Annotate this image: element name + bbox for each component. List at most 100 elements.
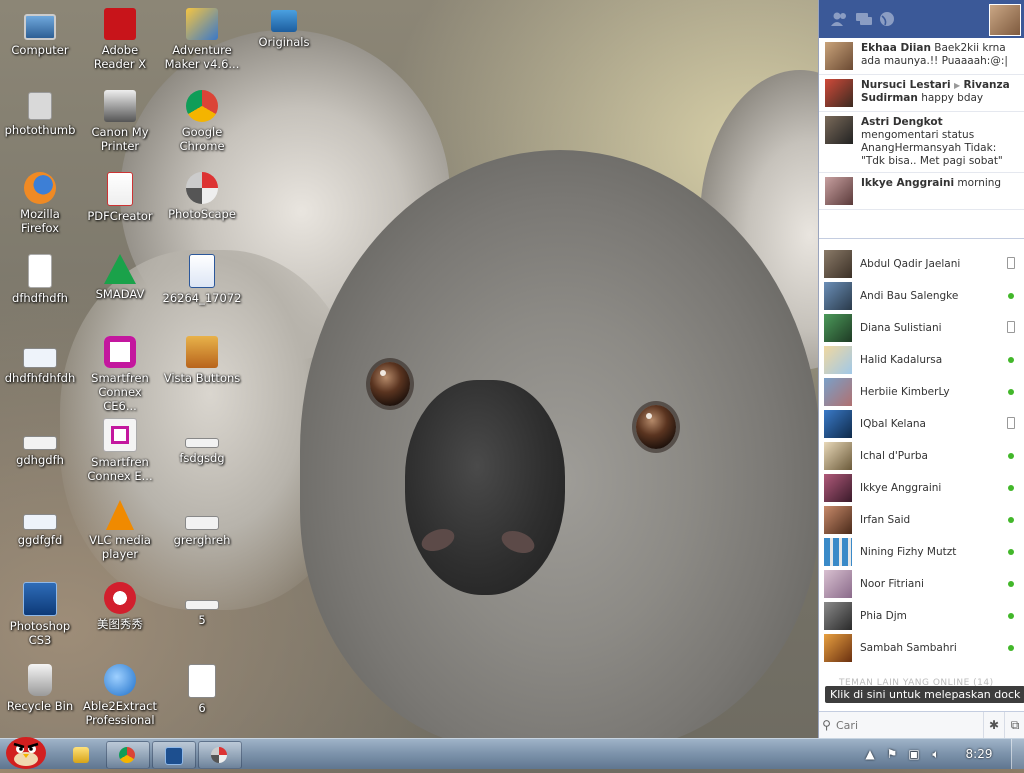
canon-printer-desktop-icon[interactable]: Canon My Printer (80, 90, 160, 153)
smartfren-e-desktop-icon[interactable]: Smartfren Connex E... (80, 418, 160, 483)
friend-row[interactable]: Nining Fizhy Mutzt (819, 536, 1024, 568)
ggdfgfd-desktop-icon[interactable]: ggdfgfd (0, 504, 80, 547)
vista-buttons-desktop-icon[interactable]: Vista Buttons (162, 336, 242, 385)
desktop-icon-label: Adobe Reader X (93, 43, 147, 71)
desktop-icon-label: Recycle Bin (6, 699, 74, 713)
taskbar-photoshop-button[interactable] (152, 741, 196, 769)
my-profile-avatar[interactable] (989, 4, 1021, 36)
show-hidden-icons-chevron-icon[interactable]: ▲ (859, 747, 881, 761)
google-chrome-desktop-icon[interactable]: Google Chrome (162, 90, 242, 153)
photoshop-icon (165, 747, 183, 765)
online-status-icon (1003, 514, 1019, 526)
ticker-author[interactable]: Nursuci Lestari (861, 79, 951, 91)
friend-requests-icon[interactable] (831, 11, 849, 27)
friend-row[interactable]: Andi Bau Salengke (819, 280, 1024, 312)
file-5-desktop-icon[interactable]: 5 (162, 586, 242, 627)
friend-row[interactable]: Ikkye Anggraini (819, 472, 1024, 504)
friend-name: Sambah Sambahri (860, 642, 957, 654)
ticker-author[interactable]: Astri Dengkot (861, 116, 943, 128)
adventure-maker-desktop-icon[interactable]: Adventure Maker v4.6... (162, 8, 242, 71)
grerghreh-desktop-icon[interactable]: grerghreh (162, 504, 242, 547)
able2extract-desktop-icon[interactable]: Able2Extract Professional (80, 664, 160, 727)
friend-row[interactable]: Phia Djm (819, 600, 1024, 632)
photothumb-desktop-icon[interactable]: photothumb (0, 92, 80, 137)
desktop-icon-label: ggdfgfd (17, 533, 63, 547)
mobile-status-icon (1003, 256, 1019, 272)
show-desktop-button[interactable] (1011, 739, 1024, 769)
chat-search-input[interactable] (834, 715, 983, 735)
firefox-icon (24, 172, 56, 204)
friend-row[interactable]: Diana Sulistiani (819, 312, 1024, 344)
desktop-icon-label: dhdfhfdhfdh (4, 371, 76, 385)
taskbar-explorer-button[interactable] (60, 741, 104, 769)
meitu-desktop-icon[interactable]: 美图秀秀 (80, 582, 160, 631)
messages-icon[interactable] (855, 11, 873, 27)
online-status-icon (1003, 290, 1019, 302)
friend-row[interactable]: Sambah Sambahri (819, 632, 1024, 664)
friend-row[interactable]: Ichal d'Purba (819, 440, 1024, 472)
notifications-globe-icon[interactable] (879, 11, 897, 27)
screenshot-file-icon (23, 348, 57, 368)
file-6-desktop-icon[interactable]: 6 (162, 664, 242, 715)
recycle-bin-desktop-icon[interactable]: Recycle Bin (0, 664, 80, 713)
taskbar-photoscape-button[interactable] (198, 741, 242, 769)
smadav-icon (104, 254, 136, 284)
meitu-icon (104, 582, 136, 614)
online-status-icon (1003, 354, 1019, 366)
desktop-icon-label: grerghreh (173, 533, 231, 547)
ticker-item[interactable]: Astri Dengkot mengomentari status AnangH… (819, 112, 1024, 173)
friend-row[interactable]: Abdul Qadir Jaelani (819, 248, 1024, 280)
angry-bird-start-icon (6, 737, 46, 769)
pdf-icon (107, 172, 133, 206)
friend-name: Abdul Qadir Jaelani (860, 258, 961, 270)
screenshot-file-icon (23, 436, 57, 450)
ticker-author[interactable]: Ikkye Anggraini (861, 177, 954, 189)
adobe-reader-icon (104, 8, 136, 40)
photoshop-desktop-icon[interactable]: Photoshop CS3 (0, 582, 80, 647)
clock[interactable]: 8:29 (947, 747, 1011, 761)
adobe-reader-desktop-icon[interactable]: Adobe Reader X (80, 8, 160, 71)
friend-row[interactable]: Halid Kadalursa (819, 344, 1024, 376)
volume-icon[interactable]: 🔈︎ (925, 747, 947, 762)
desktop-icon-label: Smartfren Connex CE6... (91, 371, 149, 413)
taskbar-chrome-button[interactable] (106, 741, 150, 769)
ticker-author[interactable]: Ekhaa Diian (861, 42, 931, 54)
vlc-desktop-icon[interactable]: VLC media player (80, 500, 160, 561)
word-icon (189, 254, 215, 288)
desktop-icon-label: PDFCreator (87, 209, 153, 223)
ticker-item[interactable]: Ikkye Anggraini morning (819, 173, 1024, 210)
desktop-icon-label: Originals (258, 35, 310, 49)
dfhdfhdfh-desktop-icon[interactable]: dfhdfhdfh (0, 254, 80, 305)
chat-search-bar: ⚲ ✱ ⧉ (819, 711, 1024, 738)
gdhgdfh-desktop-icon[interactable]: gdhgdfh (0, 424, 80, 467)
word-document-desktop-icon[interactable]: 26264_17072 (162, 254, 242, 305)
firefox-desktop-icon[interactable]: Mozilla Firefox (0, 172, 80, 235)
fsdgsdg-desktop-icon[interactable]: fsdgsdg (162, 424, 242, 465)
photoscape-desktop-icon[interactable]: PhotoScape (162, 172, 242, 221)
smadav-desktop-icon[interactable]: SMADAV (80, 254, 160, 301)
pdfcreator-desktop-icon[interactable]: PDFCreator (80, 172, 160, 223)
action-center-flag-icon[interactable]: ⚑ (881, 747, 903, 761)
photoscape-icon (186, 172, 218, 204)
ticker-text: morning (957, 177, 1002, 189)
chat-settings-gear-icon[interactable]: ✱ (983, 712, 1004, 738)
chrome-icon (186, 90, 218, 122)
undock-chat-icon[interactable]: ⧉ (1004, 712, 1024, 738)
smartfren-ce6-desktop-icon[interactable]: Smartfren Connex CE6... (80, 336, 160, 413)
friend-row[interactable]: Herbiie KimberLy (819, 376, 1024, 408)
taskbar: ▲ ⚑ ▣ 🔈︎ 8:29 (0, 737, 1024, 769)
screenshot-file-icon (23, 514, 57, 530)
avatar (824, 378, 852, 406)
online-status-icon (1003, 386, 1019, 398)
ticker-item[interactable]: Ekhaa Diian Baek2kii krna ada maunya.!! … (819, 38, 1024, 75)
friend-row[interactable]: IQbal Kelana (819, 408, 1024, 440)
ticker-item[interactable]: Nursuci Lestari ▶ Rivanza Sudirman happy… (819, 75, 1024, 112)
computer-desktop-icon[interactable]: Computer (0, 10, 80, 57)
network-icon[interactable]: ▣ (903, 747, 925, 761)
originals-desktop-icon[interactable]: Originals (244, 10, 324, 49)
dhdfhfdhfdh-desktop-icon[interactable]: dhdfhfdhfdh (0, 340, 80, 385)
start-button[interactable] (2, 729, 50, 769)
friend-row[interactable]: Irfan Said (819, 504, 1024, 536)
friend-row[interactable]: Noor Fitriani (819, 568, 1024, 600)
avatar (824, 506, 852, 534)
